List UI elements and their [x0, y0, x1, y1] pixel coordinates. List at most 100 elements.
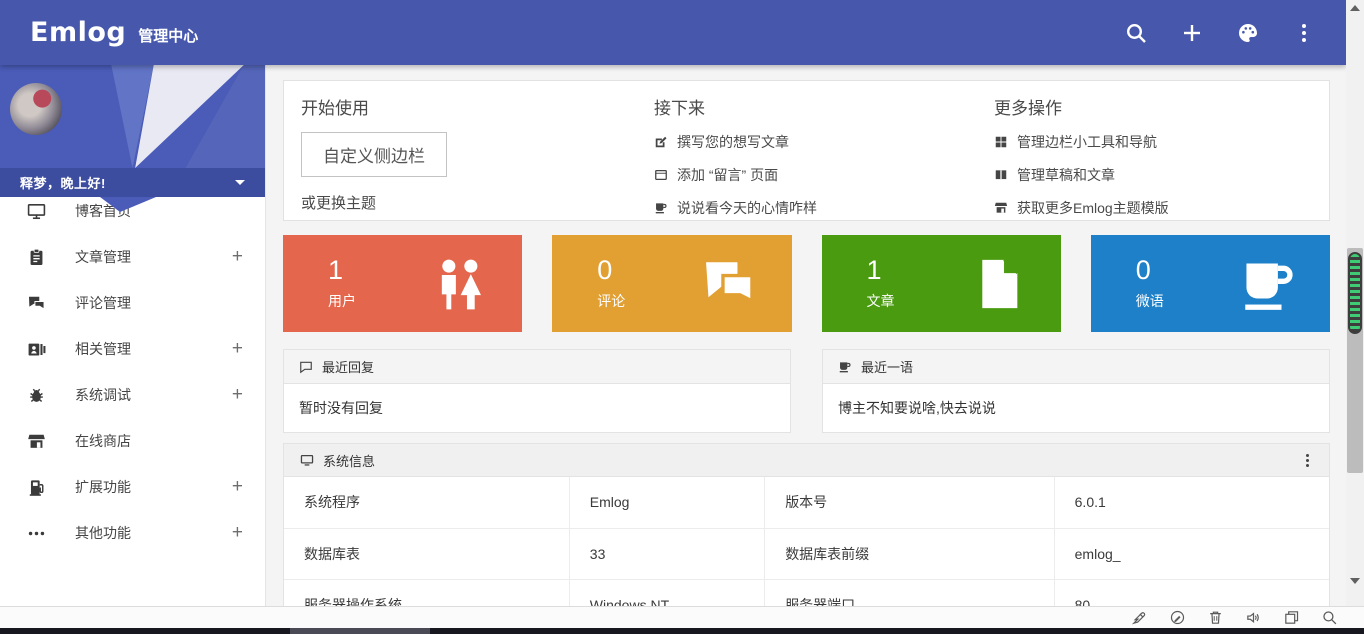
info-key: 系统程序 [284, 477, 569, 528]
plus-icon[interactable] [1180, 21, 1204, 45]
info-value: 80 [1054, 579, 1329, 606]
stat-label: 用户 [328, 291, 356, 311]
sidebar-item-system-debug[interactable]: 系统调试 + [0, 372, 265, 418]
comments-icon [27, 294, 46, 313]
sidebar-item-other[interactable]: 其他功能 + [0, 510, 265, 556]
section-title: 更多操作 [994, 94, 1329, 119]
rocket-icon[interactable] [1131, 609, 1148, 626]
volume-icon[interactable] [1245, 609, 1262, 626]
link-label: 获取更多Emlog主题模版 [1017, 198, 1169, 218]
stat-value: 0 [1136, 256, 1164, 286]
scroll-up-arrow-icon[interactable] [1350, 5, 1360, 11]
stat-value: 1 [867, 256, 895, 286]
sidebar-header [0, 65, 265, 168]
sidebar: 释梦，晚上好! 博客首页 文章管理 + [0, 65, 265, 606]
get-themes-link[interactable]: 获取更多Emlog主题模版 [994, 197, 1329, 218]
book-icon [994, 168, 1008, 182]
info-key: 服务器端口 [765, 579, 1054, 606]
draw-icon[interactable] [1169, 609, 1186, 626]
welcome-panel: 开始使用 自定义侧边栏 或更换主题 接下来 撰写您的想写文章 添加 “留言” 页… [283, 80, 1330, 221]
stat-card-articles[interactable]: 1 文章 [822, 235, 1061, 332]
expand-plus[interactable]: + [232, 476, 243, 498]
stat-text: 1 用户 [328, 256, 356, 311]
bug-icon [27, 386, 46, 405]
emlog-logo: Emlog [30, 17, 126, 48]
avatar [10, 83, 62, 135]
sidebar-item-online-store[interactable]: 在线商店 [0, 418, 265, 464]
scrollbar-grip[interactable] [1348, 252, 1362, 334]
panel-body[interactable]: 博主不知要说啥,快去说说 [823, 384, 1329, 432]
topbar-actions [1124, 21, 1316, 45]
taskbar-strip [0, 628, 1364, 634]
chevron-down-icon[interactable] [235, 180, 245, 185]
add-guestbook-page-link[interactable]: 添加 “留言” 页面 [654, 164, 994, 185]
info-value: 33 [569, 528, 764, 579]
table-row: 数据库表 33 数据库表前缀 emlog_ [284, 528, 1329, 579]
expand-plus[interactable]: + [232, 522, 243, 544]
sidebar-item-related[interactable]: 相关管理 + [0, 326, 265, 372]
panel-header: 最近一语 [823, 350, 1329, 384]
stat-card-users[interactable]: 1 用户 [283, 235, 522, 332]
stat-card-microblog[interactable]: 0 微语 [1091, 235, 1330, 332]
stat-card-comments[interactable]: 0 评论 [552, 235, 791, 332]
system-info-panel: 系统信息 系统程序 Emlog 版本号 6.0.1 数据库表 33 数据库表前缀 [283, 443, 1330, 606]
link-label: 添加 “留言” 页面 [677, 165, 778, 185]
post-mood-link[interactable]: 说说看今天的心情咋样 [654, 197, 994, 218]
stat-value: 1 [328, 256, 356, 286]
panel-header: 系统信息 [284, 444, 1329, 477]
store-icon [994, 201, 1008, 215]
stat-text: 0 评论 [597, 256, 625, 311]
search-icon[interactable] [1124, 21, 1148, 45]
windows-icon[interactable] [1283, 609, 1300, 626]
panel-title: 系统信息 [323, 451, 375, 470]
stat-cards: 1 用户 0 评论 1 文章 [283, 235, 1330, 332]
recent-word-panel: 最近一语 博主不知要说啥,快去说说 [822, 349, 1330, 433]
sidebar-item-label: 评论管理 [75, 293, 131, 313]
info-value: Emlog [569, 477, 764, 528]
comments-icon [700, 255, 758, 313]
change-theme-link[interactable]: 或更换主题 [301, 192, 654, 213]
info-key: 数据库表前缀 [765, 528, 1054, 579]
panel-body: 暂时没有回复 [284, 384, 790, 432]
emlog-admin-screen: Emlog 管理中心 释梦，晚上好! [0, 0, 1364, 634]
customize-sidebar-button[interactable]: 自定义侧边栏 [301, 132, 447, 177]
search-icon[interactable] [1321, 609, 1338, 626]
brand: Emlog 管理中心 [30, 17, 198, 48]
welcome-start-column: 开始使用 自定义侧边栏 或更换主题 [301, 94, 654, 220]
trash-icon[interactable] [1207, 609, 1224, 626]
sidebar-item-label: 相关管理 [75, 339, 131, 359]
ellipsis-icon [27, 524, 46, 543]
write-article-link[interactable]: 撰写您的想写文章 [654, 131, 994, 152]
link-label: 撰写您的想写文章 [677, 132, 789, 152]
expand-plus[interactable]: + [232, 246, 243, 268]
sidebar-item-label: 系统调试 [75, 385, 131, 405]
sidebar-item-extensions[interactable]: 扩展功能 + [0, 464, 265, 510]
more-icon[interactable] [1292, 21, 1316, 45]
scroll-down-arrow-icon[interactable] [1350, 578, 1360, 584]
palette-icon[interactable] [1236, 21, 1260, 45]
manage-drafts-link[interactable]: 管理草稿和文章 [994, 164, 1329, 185]
expand-plus[interactable]: + [232, 338, 243, 360]
info-key: 服务器操作系统 [284, 579, 569, 606]
comment-icon [299, 360, 313, 374]
user-greeting-bar[interactable]: 释梦，晚上好! [0, 168, 265, 197]
sidebar-item-comments[interactable]: 评论管理 [0, 280, 265, 326]
browser-bottom-toolbar [0, 606, 1364, 628]
sidebar-item-label: 文章管理 [75, 247, 131, 267]
link-label: 管理草稿和文章 [1017, 165, 1115, 185]
more-icon[interactable] [1302, 450, 1313, 471]
section-title: 开始使用 [301, 94, 654, 119]
file-icon [969, 255, 1027, 313]
stat-label: 微语 [1136, 291, 1164, 311]
scrollbar-thumb[interactable] [1347, 248, 1363, 473]
scrollbar[interactable] [1346, 0, 1364, 606]
cup-icon [654, 201, 668, 215]
sidebar-item-label: 扩展功能 [75, 477, 131, 497]
sidebar-item-articles[interactable]: 文章管理 + [0, 234, 265, 280]
topbar: Emlog 管理中心 [0, 0, 1346, 65]
manage-widgets-link[interactable]: 管理边栏小工具和导航 [994, 131, 1329, 152]
section-title: 接下来 [654, 94, 994, 119]
panel-title: 最近一语 [861, 357, 913, 376]
info-value: Windows NT [569, 579, 764, 606]
expand-plus[interactable]: + [232, 384, 243, 406]
